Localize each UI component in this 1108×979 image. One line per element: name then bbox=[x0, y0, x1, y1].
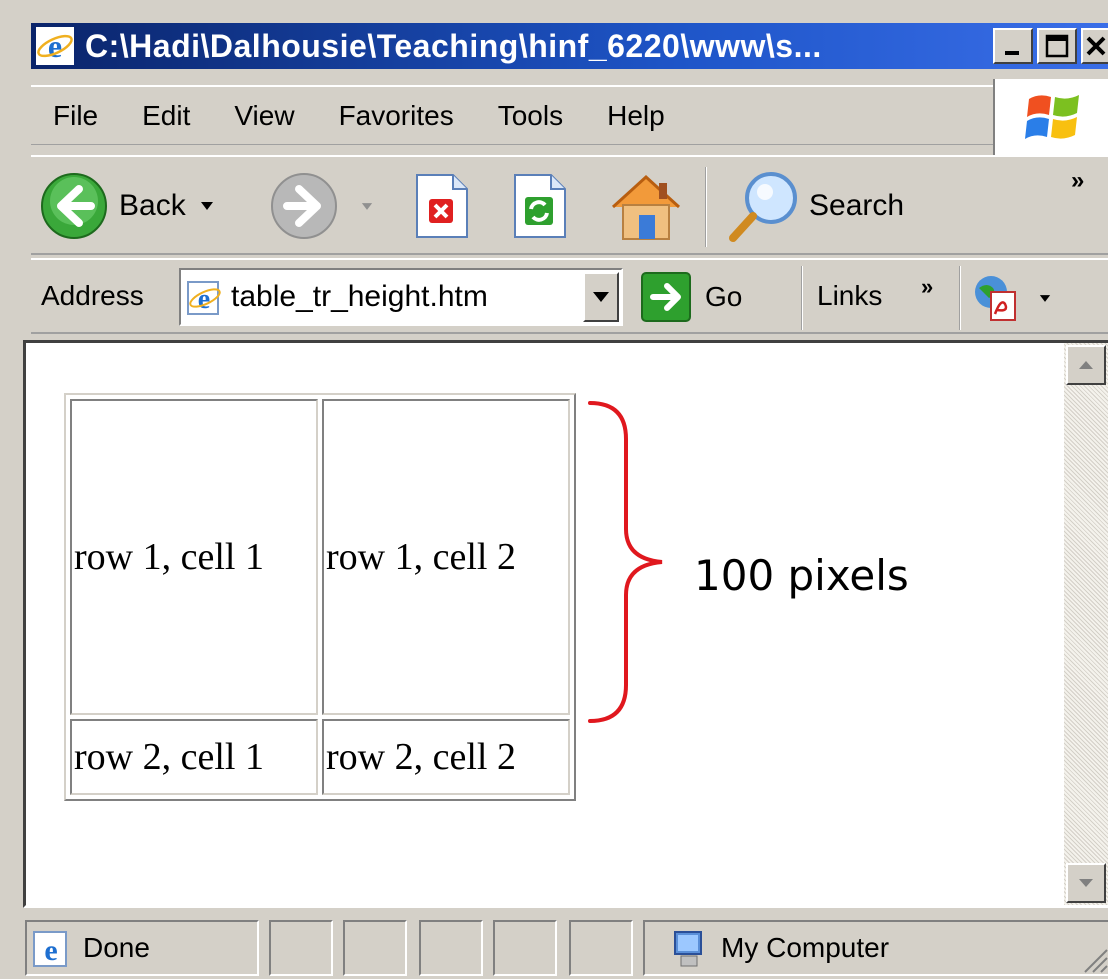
address-label: Address bbox=[41, 280, 144, 311]
minimize-button[interactable] bbox=[993, 28, 1033, 64]
dropdown-arrow-icon[interactable] bbox=[200, 201, 214, 211]
security-zone-cell: My Computer bbox=[643, 920, 1108, 976]
home-icon bbox=[611, 174, 681, 240]
ie-logo-icon: e bbox=[36, 27, 74, 65]
table-cell: row 2, cell 1 bbox=[70, 719, 318, 795]
table-row: row 1, cell 1 row 1, cell 2 bbox=[70, 399, 570, 715]
menu-file[interactable]: File bbox=[31, 100, 120, 132]
go-label: Go bbox=[705, 281, 743, 312]
pdf-tool-button[interactable] bbox=[971, 274, 1051, 322]
address-input[interactable] bbox=[231, 280, 561, 314]
links-overflow-chevron[interactable]: » bbox=[921, 274, 933, 300]
status-text: Done bbox=[83, 932, 150, 963]
search-icon bbox=[729, 172, 797, 242]
window-title: C:\Hadi\Dalhousie\Teaching\hinf_6220\www… bbox=[85, 27, 822, 64]
status-text-cell: e Done bbox=[25, 920, 259, 976]
title-bar[interactable]: e C:\Hadi\Dalhousie\Teaching\hinf_6220\w… bbox=[31, 23, 1108, 69]
toolbar-overflow-chevron[interactable]: » bbox=[1071, 167, 1084, 195]
stop-button[interactable] bbox=[415, 173, 469, 239]
svg-text:e: e bbox=[198, 284, 210, 315]
back-arrow-icon bbox=[41, 173, 107, 239]
security-zone-label: My Computer bbox=[721, 932, 890, 963]
back-label: Back bbox=[119, 189, 186, 222]
address-dropdown-button[interactable] bbox=[583, 272, 619, 322]
address-bar: Address e Go Links » bbox=[31, 258, 1108, 334]
dropdown-arrow-icon bbox=[593, 292, 609, 302]
pdf-globe-icon bbox=[975, 276, 1016, 321]
menu-tools[interactable]: Tools bbox=[476, 100, 585, 132]
table-cell: row 1, cell 2 bbox=[322, 399, 570, 715]
menu-help[interactable]: Help bbox=[585, 100, 687, 132]
height-annotation-label: 100 pixels bbox=[694, 551, 909, 600]
table-row: row 2, cell 1 row 2, cell 2 bbox=[70, 719, 570, 795]
home-button[interactable] bbox=[609, 169, 683, 243]
table-cell: row 1, cell 1 bbox=[70, 399, 318, 715]
svg-text:e: e bbox=[44, 934, 57, 967]
dropdown-arrow-icon[interactable] bbox=[1039, 294, 1051, 303]
close-icon bbox=[1086, 36, 1106, 56]
windows-logo bbox=[993, 79, 1108, 155]
status-panel bbox=[419, 920, 483, 976]
my-computer-icon bbox=[674, 931, 702, 967]
menu-edit[interactable]: Edit bbox=[120, 100, 212, 132]
standard-toolbar: Back Search » bbox=[31, 155, 1108, 255]
address-field[interactable]: e bbox=[179, 268, 623, 326]
demo-table: row 1, cell 1 row 1, cell 2 row 2, cell … bbox=[64, 393, 576, 801]
scroll-up-button[interactable] bbox=[1066, 345, 1106, 385]
vertical-scrollbar[interactable] bbox=[1064, 343, 1108, 905]
menu-bar: File Edit View Favorites Tools Help bbox=[31, 85, 993, 145]
svg-text:e: e bbox=[48, 28, 62, 64]
browser-window: e C:\Hadi\Dalhousie\Teaching\hinf_6220\w… bbox=[0, 0, 1108, 979]
scroll-down-button[interactable] bbox=[1066, 863, 1106, 903]
forward-arrow-icon bbox=[271, 173, 337, 239]
maximize-button[interactable] bbox=[1037, 28, 1077, 64]
up-arrow-icon bbox=[1079, 361, 1093, 369]
menu-view[interactable]: View bbox=[212, 100, 316, 132]
table-cell: row 2, cell 2 bbox=[322, 719, 570, 795]
down-arrow-icon bbox=[1079, 879, 1093, 887]
links-label[interactable]: Links bbox=[817, 280, 882, 312]
page-ie-icon: e bbox=[187, 281, 221, 315]
toolbar-separator bbox=[705, 167, 707, 247]
page-content: row 1, cell 1 row 1, cell 2 row 2, cell … bbox=[23, 340, 1108, 908]
status-bar: e Done My Computer bbox=[23, 914, 1108, 979]
status-panel bbox=[569, 920, 633, 976]
go-arrow-icon bbox=[641, 272, 691, 322]
dropdown-arrow-icon[interactable] bbox=[361, 202, 373, 211]
menu-favorites[interactable]: Favorites bbox=[317, 100, 476, 132]
back-button[interactable]: Back bbox=[39, 171, 214, 241]
search-button[interactable]: Search bbox=[725, 169, 904, 243]
forward-button[interactable] bbox=[269, 171, 373, 241]
windows-flag-icon bbox=[1025, 95, 1079, 139]
status-panel bbox=[343, 920, 407, 976]
resize-grip-icon[interactable] bbox=[1079, 944, 1108, 974]
refresh-button[interactable] bbox=[513, 173, 567, 239]
go-button[interactable]: Go bbox=[641, 268, 742, 326]
curly-brace-annotation bbox=[588, 401, 663, 723]
status-panel bbox=[493, 920, 557, 976]
search-label: Search bbox=[809, 189, 905, 222]
close-button[interactable] bbox=[1081, 28, 1108, 64]
stop-icon bbox=[416, 174, 468, 238]
refresh-icon bbox=[514, 174, 566, 238]
address-separator bbox=[959, 266, 961, 330]
minimize-icon bbox=[1005, 51, 1019, 55]
page-ie-icon: e bbox=[33, 931, 67, 967]
status-panel bbox=[269, 920, 333, 976]
address-separator bbox=[801, 266, 803, 330]
maximize-icon bbox=[1045, 34, 1069, 58]
